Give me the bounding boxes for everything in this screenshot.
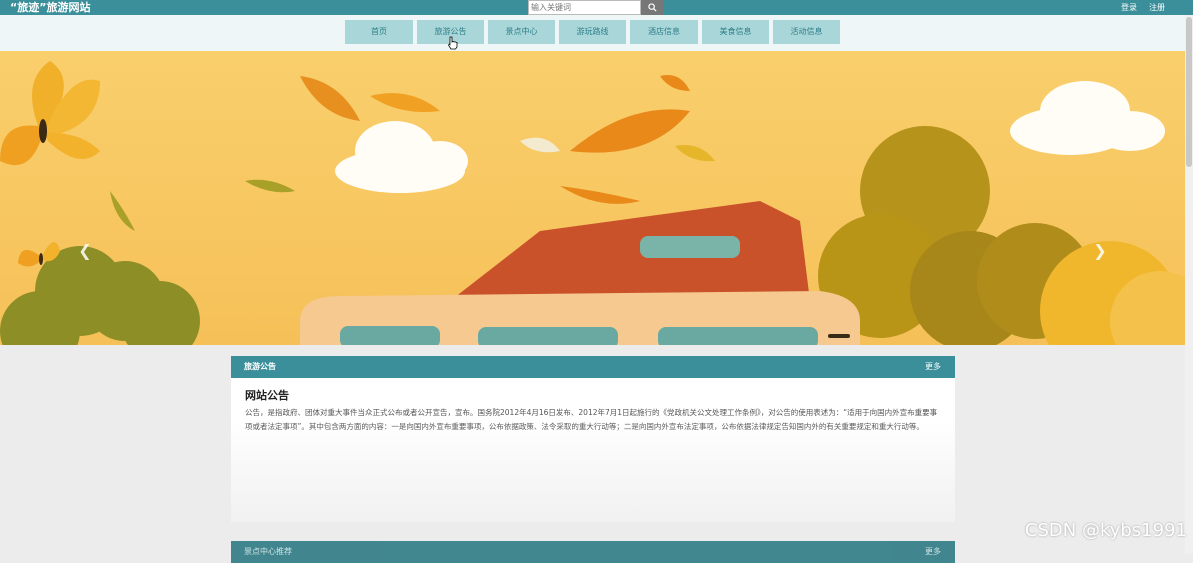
notice-more-link[interactable]: 更多	[925, 356, 941, 378]
nav-item-events[interactable]: 活动信息	[773, 20, 840, 44]
notice-panel: 旅游公告 更多 网站公告 公告，是指政府、团体对重大事件当众正式公布或者公开宣告…	[231, 356, 955, 522]
login-link[interactable]: 登录	[1121, 0, 1137, 15]
notice-panel-header: 旅游公告 更多	[231, 356, 955, 378]
attractions-panel-title: 景点中心推荐	[244, 547, 292, 556]
banner-illustration	[0, 51, 1193, 345]
nav-item-attractions[interactable]: 景点中心	[488, 20, 555, 44]
chevron-left-icon: ❮	[78, 240, 92, 260]
scrollbar-thumb[interactable]	[1186, 17, 1192, 167]
nav-item-home[interactable]: 首页	[345, 20, 413, 44]
site-title: “旅迹”旅游网站	[10, 1, 91, 14]
banner-carousel[interactable]: ❮ ❯	[0, 51, 1193, 345]
carousel-next-button[interactable]: ❯	[1090, 238, 1110, 262]
notice-heading[interactable]: 网站公告	[245, 387, 289, 403]
nav-item-food[interactable]: 美食信息	[702, 20, 769, 44]
carousel-prev-button[interactable]: ❮	[75, 238, 95, 262]
search-input[interactable]	[528, 0, 641, 15]
hand-cursor-icon	[447, 36, 458, 50]
top-bar: “旅迹”旅游网站 登录 注册	[0, 0, 1193, 15]
watermark: CSDN @kybs1991	[1024, 520, 1187, 541]
register-link[interactable]: 注册	[1149, 0, 1165, 15]
main-nav: 首页 旅游公告 景点中心 游玩路线 酒店信息 美食信息 活动信息	[0, 15, 1193, 52]
chevron-right-icon: ❯	[1093, 240, 1107, 260]
attractions-more-link[interactable]: 更多	[925, 541, 941, 563]
notice-panel-title: 旅游公告	[244, 362, 276, 371]
nav-item-routes[interactable]: 游玩路线	[559, 20, 626, 44]
attractions-panel-header: 景点中心推荐 更多	[231, 541, 955, 563]
search-icon	[648, 3, 657, 12]
search-button[interactable]	[641, 0, 664, 15]
nav-item-hotels[interactable]: 酒店信息	[630, 20, 698, 44]
page-scrollbar[interactable]	[1185, 15, 1193, 554]
notice-body: 公告，是指政府、团体对重大事件当众正式公布或者公开宣告，宣布。国务院2012年4…	[245, 408, 938, 431]
